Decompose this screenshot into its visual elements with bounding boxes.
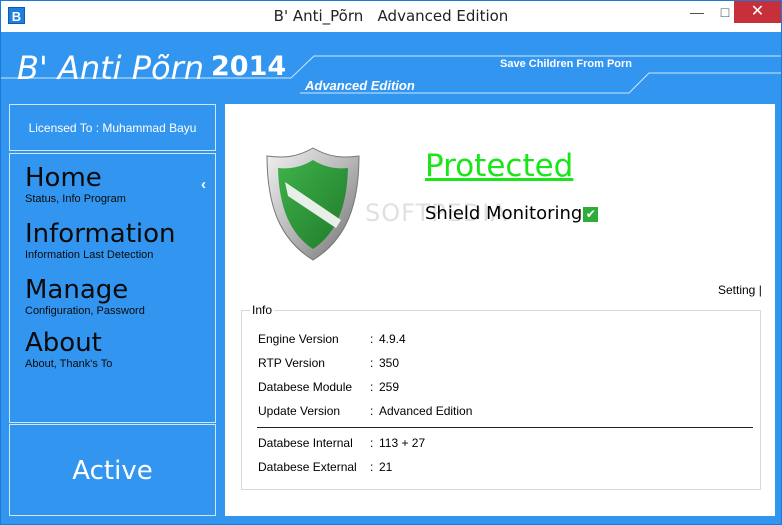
info-legend: Info — [250, 303, 275, 317]
info-label: Engine Version — [258, 332, 339, 346]
sidebar-item-information[interactable]: Information Information Last Detection — [25, 219, 176, 262]
info-row-module: Databese Module:259 — [258, 379, 399, 395]
nav-title: Information — [25, 219, 176, 249]
sidebar-nav: Home Status, Info Program Information In… — [9, 153, 216, 423]
info-row-external: Databese External:21 — [258, 459, 392, 475]
sidebar-item-home[interactable]: Home Status, Info Program — [25, 163, 126, 206]
sidebar-item-about[interactable]: About About, Thank's To — [25, 328, 112, 371]
check-icon: ✔ — [583, 206, 599, 222]
info-row-rtp: RTP Version:350 — [258, 355, 399, 371]
license-info: Licensed To : Muhammad Bayu — [9, 104, 216, 151]
protection-status: Protected — [425, 148, 574, 184]
info-separator: : — [370, 436, 374, 450]
info-value: 4.9.4 — [379, 332, 406, 346]
nav-subtitle: Status, Info Program — [25, 193, 126, 205]
nav-title: Home — [25, 163, 102, 193]
info-separator: : — [370, 380, 374, 394]
shield-icon — [266, 147, 360, 261]
info-value: 21 — [379, 460, 393, 474]
info-row-internal: Databese Internal:113 + 27 — [258, 435, 425, 451]
info-value: 350 — [379, 356, 400, 370]
nav-title: About — [25, 328, 102, 358]
info-value: 113 + 27 — [379, 436, 426, 450]
nav-title: Manage — [25, 275, 129, 305]
info-label: RTP Version — [258, 356, 325, 370]
info-separator: : — [370, 404, 374, 418]
main-panel: SOFTPEDIA Protected Shield Monitoring ✔ S… — [225, 104, 775, 516]
info-label: Databese Internal — [258, 436, 353, 450]
info-separator: : — [370, 460, 374, 474]
info-separator: : — [370, 356, 374, 370]
info-value: Advanced Edition — [379, 404, 473, 418]
brand-name: B' Anti Põrn — [17, 49, 205, 87]
nav-subtitle: Configuration, Password — [25, 305, 145, 317]
sidebar-item-manage[interactable]: Manage Configuration, Password — [25, 275, 145, 318]
active-status: Active — [9, 424, 216, 516]
app-window: B B' Anti_Põrn Advanced Edition — □ ✕ B'… — [0, 0, 782, 525]
info-label: Databese External — [258, 460, 357, 474]
edition-label: Advanced Edition — [305, 78, 415, 93]
info-value: 259 — [379, 380, 400, 394]
nav-subtitle: About, Thank's To — [25, 358, 113, 370]
info-row-update: Update Version: Advanced Edition — [258, 403, 472, 419]
brand-year: 2014 — [211, 51, 287, 82]
slogan: Save Children From Porn — [500, 58, 633, 70]
info-row-engine: Engine Version:4.9.4 — [258, 331, 406, 347]
setting-link[interactable]: Setting | — [718, 283, 762, 297]
divider — [257, 427, 753, 428]
info-group: Info Engine Version:4.9.4 RTP Version:35… — [241, 303, 761, 490]
info-separator: : — [370, 332, 374, 346]
monitoring-label: Shield Monitoring — [425, 203, 583, 224]
monitoring-row: Shield Monitoring ✔ — [425, 203, 599, 224]
info-label: Update Version — [258, 404, 341, 418]
nav-subtitle: Information Last Detection — [25, 249, 154, 261]
info-label: Databese Module — [258, 380, 353, 394]
chevron-left-icon[interactable]: ‹ — [201, 176, 206, 193]
